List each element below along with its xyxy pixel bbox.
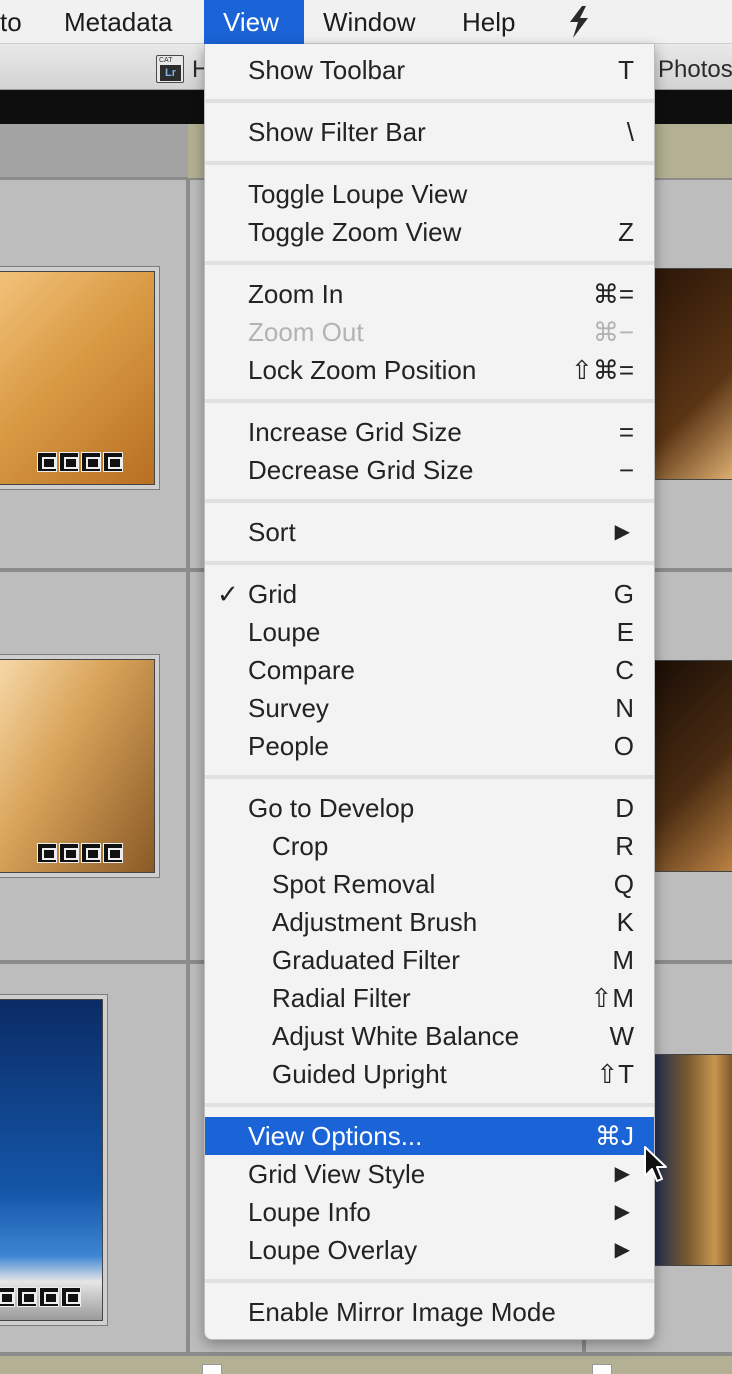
thumbnail-frame — [0, 266, 160, 490]
menu-bar: to Metadata View Window Help — [0, 0, 732, 44]
thumbnail-photo[interactable] — [0, 999, 103, 1321]
menu-item-enable-mirror-image-mode[interactable]: Enable Mirror Image Mode — [205, 1293, 654, 1331]
menu-item-people[interactable]: People O — [205, 727, 654, 765]
menu-separator — [205, 1279, 654, 1283]
menu-separator — [205, 499, 654, 503]
menu-item-spot-removal[interactable]: Spot Removal Q — [205, 865, 654, 903]
develop-badge-icon[interactable] — [61, 1287, 81, 1307]
thumbnail-frame — [0, 654, 160, 878]
grid-cell[interactable] — [0, 962, 188, 1354]
menu-item-guided-upright[interactable]: Guided Upright ⇧T — [205, 1055, 654, 1093]
mouse-pointer-icon — [644, 1146, 667, 1182]
thumbnail-badges — [0, 1287, 81, 1307]
grid-cell[interactable] — [0, 178, 188, 570]
menu-item-lock-zoom-position[interactable]: Lock Zoom Position ⇧⌘= — [205, 351, 654, 389]
menu-separator — [205, 99, 654, 103]
menu-item-sort[interactable]: Sort ▶ — [205, 513, 654, 551]
menu-separator — [205, 399, 654, 403]
menu-metadata[interactable]: Metadata — [45, 0, 191, 44]
menu-window[interactable]: Window — [304, 0, 434, 44]
bolt-icon[interactable] — [562, 4, 596, 40]
thumbnail-photo[interactable] — [652, 268, 732, 480]
menu-item-go-to-develop[interactable]: Go to Develop D — [205, 789, 654, 827]
menu-separator — [205, 775, 654, 779]
menu-item-decrease-grid-size[interactable]: Decrease Grid Size − — [205, 451, 654, 489]
menu-item-show-toolbar[interactable]: Show Toolbar T — [205, 51, 654, 89]
menu-separator — [205, 561, 654, 565]
menu-item-crop[interactable]: Crop R — [205, 827, 654, 865]
thumbnail-photo[interactable] — [652, 660, 732, 872]
menu-photo[interactable]: to — [0, 0, 41, 44]
menu-item-loupe-info[interactable]: Loupe Info ▶ — [205, 1193, 654, 1231]
menu-item-loupe[interactable]: Loupe E — [205, 613, 654, 651]
selection-marker — [202, 1364, 222, 1374]
grid-bottom-row — [0, 1354, 732, 1374]
menu-item-grid[interactable]: ✓ Grid G — [205, 575, 654, 613]
menu-item-survey[interactable]: Survey N — [205, 689, 654, 727]
menu-item-radial-filter[interactable]: Radial Filter ⇧M — [205, 979, 654, 1017]
thumbnail-frame — [0, 994, 108, 1326]
submenu-arrow-icon: ▶ — [614, 521, 630, 543]
crop-badge-icon[interactable] — [81, 452, 101, 472]
menu-item-show-filter-bar[interactable]: Show Filter Bar \ — [205, 113, 654, 151]
comment-badge-icon[interactable] — [0, 1287, 15, 1307]
menu-item-toggle-loupe-view[interactable]: Toggle Loupe View — [205, 175, 654, 213]
menu-item-zoom-in[interactable]: Zoom In ⌘= — [205, 275, 654, 313]
menu-help[interactable]: Help — [443, 0, 534, 44]
menu-view[interactable]: View — [204, 0, 304, 44]
checkmark-icon: ✓ — [217, 579, 239, 609]
menu-item-compare[interactable]: Compare C — [205, 651, 654, 689]
menu-separator — [205, 161, 654, 165]
menu-item-graduated-filter[interactable]: Graduated Filter M — [205, 941, 654, 979]
menu-item-loupe-overlay[interactable]: Loupe Overlay ▶ — [205, 1231, 654, 1269]
window-title-right: Photos — [658, 56, 732, 83]
transform-badge-icon[interactable] — [39, 1287, 59, 1307]
thumbnail-badges — [37, 843, 123, 863]
keyword-badge-icon[interactable] — [37, 452, 57, 472]
thumbnail-badges — [37, 452, 123, 472]
comment-badge-icon[interactable] — [59, 843, 79, 863]
menu-item-toggle-zoom-view[interactable]: Toggle Zoom View Z — [205, 213, 654, 251]
crop-badge-icon[interactable] — [17, 1287, 37, 1307]
thumbnail-photo[interactable] — [0, 659, 155, 873]
menu-separator — [205, 261, 654, 265]
crop-badge-icon[interactable] — [81, 843, 101, 863]
menu-item-zoom-out: Zoom Out ⌘− — [248, 317, 634, 347]
submenu-arrow-icon: ▶ — [614, 1201, 630, 1223]
selection-marker — [592, 1364, 612, 1374]
menu-item-adjustment-brush[interactable]: Adjustment Brush K — [205, 903, 654, 941]
develop-badge-icon[interactable] — [103, 843, 123, 863]
menu-item-adjust-white-balance[interactable]: Adjust White Balance W — [205, 1017, 654, 1055]
menu-item-increase-grid-size[interactable]: Increase Grid Size = — [205, 413, 654, 451]
menu-item-view-options[interactable]: View Options... ⌘J — [205, 1117, 654, 1155]
menu-item-grid-view-style[interactable]: Grid View Style ▶ — [205, 1155, 654, 1193]
menu-separator — [205, 1103, 654, 1107]
lightroom-catalog-icon: CAT Lr — [156, 55, 184, 83]
view-menu-dropdown: Show Toolbar T Show Filter Bar \ Toggle … — [204, 44, 655, 1340]
submenu-arrow-icon: ▶ — [614, 1239, 630, 1261]
keyword-badge-icon[interactable] — [37, 843, 57, 863]
develop-badge-icon[interactable] — [103, 452, 123, 472]
grid-cell[interactable] — [0, 570, 188, 962]
comment-badge-icon[interactable] — [59, 452, 79, 472]
submenu-arrow-icon: ▶ — [614, 1163, 630, 1185]
